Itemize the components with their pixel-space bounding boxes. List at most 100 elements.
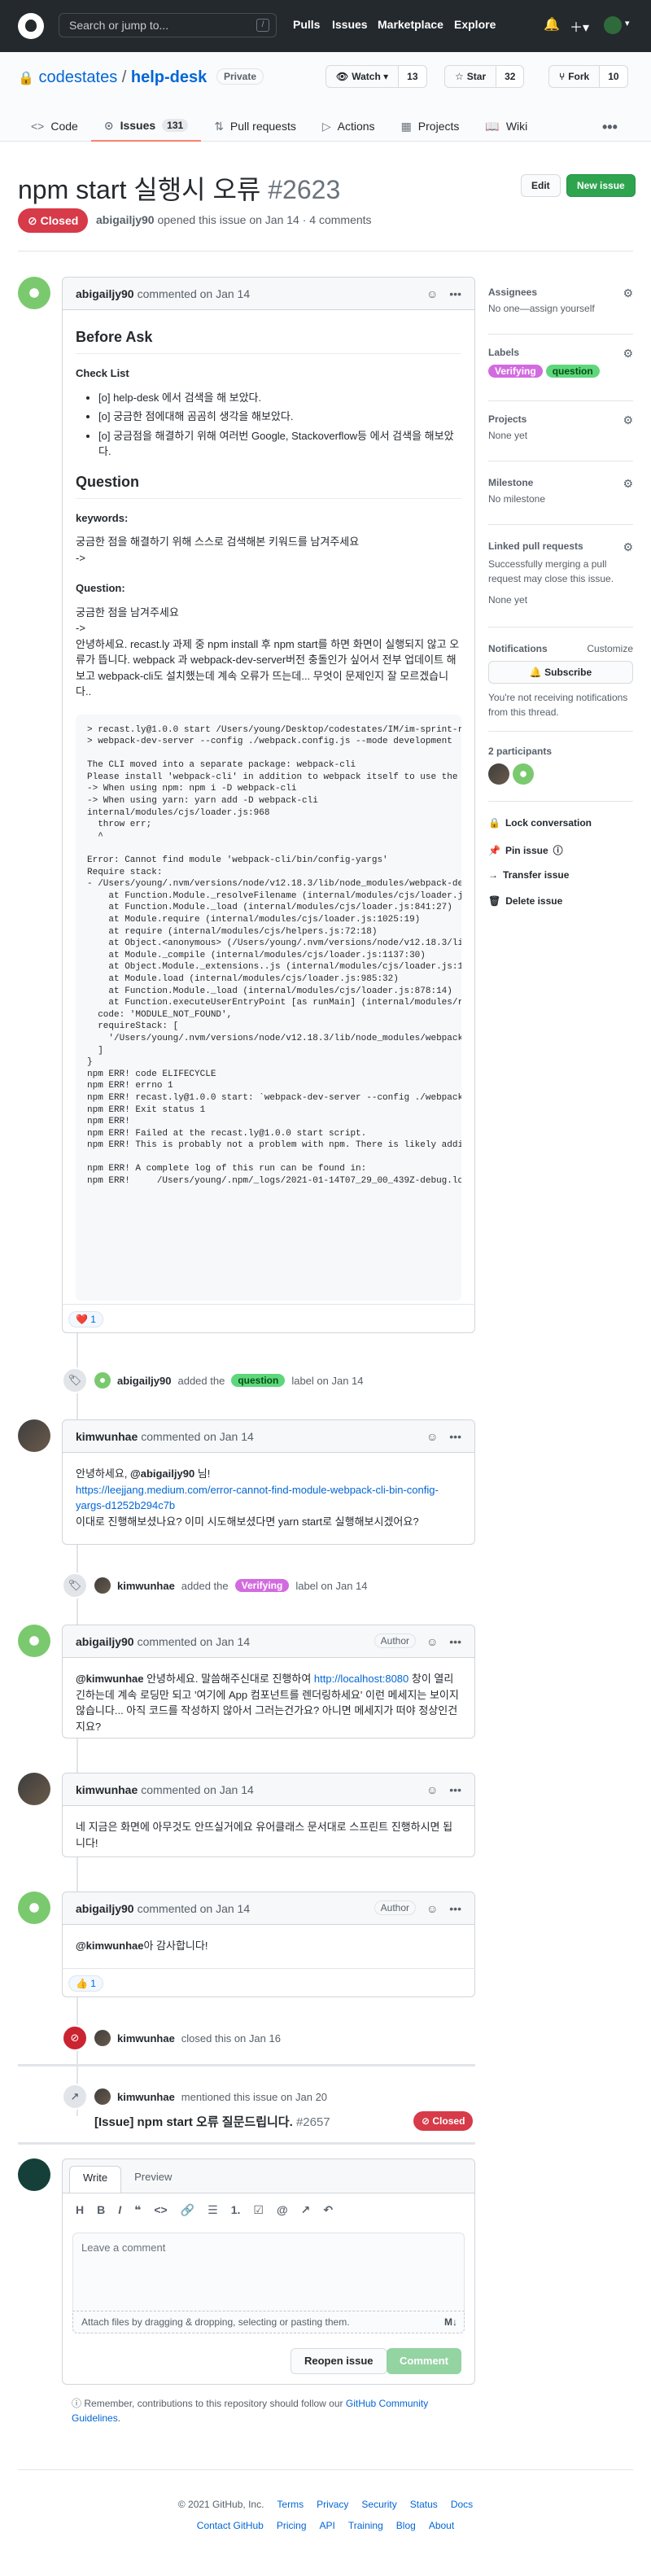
gear-icon[interactable]: ⚙ — [623, 477, 633, 491]
footer-link-api[interactable]: API — [320, 2520, 335, 2531]
kebab-menu-icon[interactable]: ••• — [449, 1902, 461, 1915]
footer-link-status[interactable]: Status — [410, 2499, 438, 2510]
more-tabs-icon[interactable]: ••• — [602, 119, 618, 136]
ordered-list-icon[interactable]: 1. — [231, 2203, 241, 2217]
user-avatar-menu[interactable] — [604, 16, 630, 34]
smiley-icon[interactable]: ☺ — [426, 287, 438, 300]
kebab-menu-icon[interactable]: ••• — [449, 1635, 461, 1648]
smiley-icon[interactable]: ☺ — [426, 1783, 438, 1796]
label-question[interactable]: question — [231, 1374, 286, 1387]
avatar[interactable] — [18, 1892, 50, 1924]
sidebar-assignees-title[interactable]: Assignees — [488, 286, 633, 298]
bold-icon[interactable]: B — [97, 2203, 105, 2217]
quote-icon[interactable]: ❝ — [134, 2203, 141, 2217]
comment-timestamp[interactable]: commented on Jan 14 — [141, 1783, 254, 1796]
comment-timestamp[interactable]: commented on Jan 14 — [141, 1430, 254, 1443]
label-verifying[interactable]: Verifying — [234, 1579, 290, 1592]
unordered-list-icon[interactable]: ☰ — [208, 2203, 218, 2217]
smiley-icon[interactable]: ☺ — [426, 1430, 438, 1443]
avatar[interactable] — [94, 2088, 111, 2105]
repo-owner-link[interactable]: codestates — [38, 68, 117, 86]
attach-files-area[interactable]: Attach files by dragging & dropping, sel… — [72, 2311, 465, 2333]
comment-submit-button[interactable]: Comment — [387, 2348, 461, 2374]
new-issue-button[interactable]: New issue — [566, 174, 636, 197]
user-mention[interactable]: @kimwunhae — [76, 1940, 143, 1952]
watch-button[interactable]: 👁 Watch ▾ — [326, 66, 400, 87]
issue-author[interactable]: abigailjy90 — [96, 213, 155, 226]
smiley-icon[interactable]: ☺ — [426, 1902, 438, 1915]
sidebar-labels-title[interactable]: Labels — [488, 347, 633, 358]
search-input[interactable]: Search or jump to... / — [59, 13, 277, 37]
footer-link-about[interactable]: About — [429, 2520, 454, 2531]
reply-icon[interactable]: ↶ — [323, 2203, 333, 2217]
gear-icon[interactable]: ⚙ — [623, 540, 633, 554]
watch-count[interactable]: 13 — [399, 66, 426, 87]
comment-author[interactable]: abigailjy90 — [76, 1635, 134, 1648]
gear-icon[interactable]: ⚙ — [623, 413, 633, 427]
smiley-icon[interactable]: ☺ — [426, 1635, 438, 1648]
tab-code[interactable]: <> Code — [18, 111, 91, 142]
delete-issue-action[interactable]: 🗑 Delete issue — [488, 895, 562, 907]
code-icon[interactable]: <> — [154, 2203, 167, 2217]
error-log-code-block[interactable]: > recast.ly@1.0.0 start /Users/young/Des… — [76, 714, 461, 1301]
referenced-issue-link[interactable]: [Issue] npm start 오류 질문드립니다. #2657 — [94, 2115, 330, 2129]
event-actor[interactable]: kimwunhae — [117, 2032, 175, 2045]
bell-icon[interactable]: 🔔 — [544, 16, 560, 33]
reaction-thumbsup-button[interactable]: 👍 1 — [68, 1975, 103, 1992]
footer-link-privacy[interactable]: Privacy — [317, 2499, 348, 2510]
customize-notifications-link[interactable]: Customize — [587, 643, 633, 654]
tab-projects[interactable]: ▦ Projects — [388, 111, 473, 142]
sidebar-linked-title[interactable]: Linked pull requests — [488, 540, 633, 552]
cross-reference-icon[interactable]: ↗ — [301, 2203, 311, 2217]
gear-icon[interactable]: ⚙ — [623, 286, 633, 300]
reopen-issue-button[interactable]: Reopen issue — [291, 2348, 387, 2374]
event-actor[interactable]: abigailjy90 — [117, 1375, 171, 1387]
comment-timestamp[interactable]: commented on Jan 14 — [138, 287, 251, 300]
sidebar-milestone-title[interactable]: Milestone — [488, 477, 633, 488]
footer-link-training[interactable]: Training — [348, 2520, 383, 2531]
gear-icon[interactable]: ⚙ — [623, 347, 633, 361]
comment-textarea[interactable]: Leave a comment — [72, 2233, 465, 2311]
user-mention[interactable]: @kimwunhae — [76, 1673, 143, 1685]
reaction-heart-button[interactable]: ❤️ 1 — [68, 1310, 103, 1327]
subscribe-button[interactable]: 🔔 Subscribe — [488, 661, 633, 684]
tab-write[interactable]: Write — [69, 2166, 122, 2193]
link-icon[interactable]: 🔗 — [181, 2203, 194, 2217]
label-question[interactable]: question — [545, 365, 600, 378]
transfer-issue-action[interactable]: → Transfer issue — [488, 869, 569, 881]
kebab-menu-icon[interactable]: ••• — [449, 1430, 461, 1443]
event-actor[interactable]: kimwunhae — [117, 1580, 175, 1592]
markdown-icon[interactable]: M↓ — [444, 2316, 457, 2328]
kebab-menu-icon[interactable]: ••• — [449, 1783, 461, 1796]
avatar[interactable] — [488, 763, 509, 785]
task-list-icon[interactable]: ☑ — [253, 2203, 264, 2217]
avatar[interactable] — [18, 1419, 50, 1452]
footer-link-docs[interactable]: Docs — [451, 2499, 473, 2510]
current-user-avatar[interactable] — [18, 2158, 50, 2191]
tab-actions[interactable]: ▷ Actions — [309, 111, 388, 142]
footer-link-blog[interactable]: Blog — [396, 2520, 416, 2531]
edit-title-button[interactable]: Edit — [521, 174, 561, 197]
fork-button[interactable]: ⑂ Fork — [549, 66, 601, 87]
tab-pull-requests[interactable]: ⇅ Pull requests — [201, 111, 309, 142]
comment-timestamp[interactable]: commented on Jan 14 — [138, 1635, 251, 1648]
footer-link-contact[interactable]: Contact GitHub — [197, 2520, 264, 2531]
localhost-link[interactable]: http://localhost:8080 — [314, 1673, 409, 1685]
heading-icon[interactable]: H — [76, 2203, 84, 2217]
sidebar-projects-title[interactable]: Projects — [488, 413, 633, 425]
assign-yourself-link[interactable]: No one—assign yourself — [488, 303, 633, 314]
tab-preview[interactable]: Preview — [121, 2166, 185, 2193]
tab-issues[interactable]: ⊙ Issues 131 — [90, 111, 202, 142]
label-verifying[interactable]: Verifying — [488, 365, 543, 378]
comment-author[interactable]: abigailjy90 — [76, 1902, 134, 1915]
repo-name-link[interactable]: help-desk — [131, 68, 207, 86]
pin-issue-action[interactable]: 📌 Pin issue ⓘ — [488, 843, 563, 857]
mention-icon[interactable]: @ — [277, 2203, 288, 2217]
avatar[interactable] — [94, 2030, 111, 2046]
avatar[interactable] — [18, 1773, 50, 1805]
comment-timestamp[interactable]: commented on Jan 14 — [138, 1902, 251, 1915]
footer-link-security[interactable]: Security — [361, 2499, 396, 2510]
avatar[interactable] — [18, 1625, 50, 1657]
footer-link-terms[interactable]: Terms — [277, 2499, 304, 2510]
kebab-menu-icon[interactable]: ••• — [449, 287, 461, 300]
